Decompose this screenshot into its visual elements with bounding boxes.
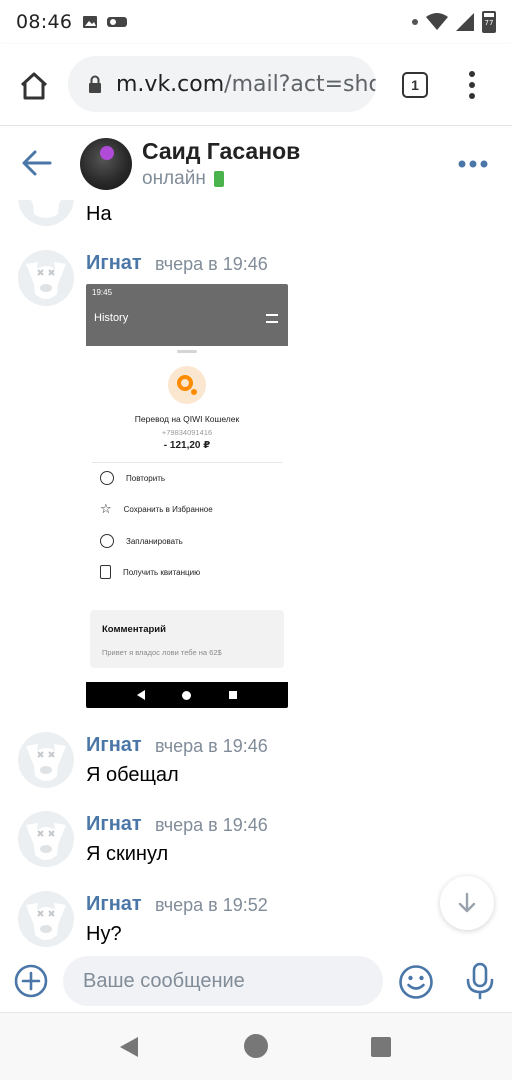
browser-toolbar: m.vk.com/mail?act=sho 1	[0, 44, 512, 126]
arrow-down-icon	[458, 892, 476, 913]
transfer-phone: +79834091416	[161, 428, 213, 437]
back-arrow-icon[interactable]	[20, 148, 54, 178]
message-item: Игнат вчера в 19:46 Я скинул	[0, 811, 512, 881]
sender-avatar[interactable]	[18, 891, 74, 947]
home-icon[interactable]	[14, 66, 54, 106]
star-icon: ☆	[100, 501, 112, 516]
message-time[interactable]: вчера в 19:46	[155, 254, 268, 275]
message-author[interactable]: Игнат	[86, 893, 142, 916]
sender-avatar[interactable]	[18, 732, 74, 788]
screenshot-sheet: Перевод на QIWI Кошелек +79834091416 - 1…	[86, 346, 288, 682]
clock-icon	[100, 534, 114, 548]
dot-icon	[412, 19, 418, 25]
scroll-down-button[interactable]	[440, 876, 494, 930]
status-time: 08:46	[16, 11, 73, 33]
action-receipt: Получить квитанцию	[100, 564, 200, 580]
action-label: Получить квитанцию	[123, 567, 201, 577]
screenshot-title: History	[94, 312, 129, 324]
sender-avatar[interactable]	[18, 200, 74, 226]
system-nav-bar	[0, 1012, 512, 1080]
qiwi-logo-icon	[168, 366, 206, 404]
key-notification-icon	[107, 17, 128, 27]
status-bar: 08:46 77	[0, 0, 512, 44]
message-list[interactable]: На Игнат вчера в 19:46 19:45 History Пер…	[0, 200, 512, 952]
contact-status: онлайн	[142, 168, 224, 190]
comment-box: Комментарий Привет я владос лови тебе на…	[90, 610, 284, 668]
transfer-amount: - 121,20 ₽	[163, 440, 211, 451]
message-item: Игнат вчера в 19:52 Ну?	[0, 891, 512, 952]
dog-avatar-icon	[26, 823, 66, 860]
repeat-icon	[100, 471, 114, 485]
contact-avatar[interactable]	[80, 138, 132, 190]
action-schedule: Запланировать	[100, 533, 183, 549]
message-item: На	[0, 200, 512, 230]
battery-icon: 77	[482, 11, 496, 33]
message-time[interactable]: вчера в 19:46	[155, 815, 268, 836]
emoji-icon[interactable]	[398, 964, 434, 1000]
nav-back-icon	[136, 690, 145, 700]
action-favorite: ☆ Сохранить в Избранное	[100, 501, 213, 517]
wifi-icon	[426, 13, 448, 30]
action-label: Сохранить в Избранное	[123, 504, 213, 514]
nav-recent-icon	[229, 691, 238, 699]
system-recents-icon[interactable]	[371, 1037, 391, 1057]
tab-count: 1	[411, 77, 419, 93]
attach-plus-icon[interactable]	[14, 964, 48, 998]
chat-header: Саид Гасанов онлайн	[0, 126, 512, 200]
url-path: /mail?act=sho	[224, 71, 376, 97]
message-item: Игнат вчера в 19:46 Я обещал	[0, 732, 512, 802]
action-label: Запланировать	[126, 536, 183, 546]
image-notification-icon	[83, 16, 98, 28]
tabs-button[interactable]: 1	[402, 72, 428, 98]
sender-avatar[interactable]	[18, 811, 74, 867]
dog-avatar-icon	[31, 200, 61, 218]
comment-text: Привет я владос лови тебе на 62$	[102, 648, 222, 657]
battery-level: 77	[484, 19, 494, 27]
sheet-handle	[177, 350, 197, 353]
message-author[interactable]: Игнат	[86, 734, 142, 757]
receipt-icon	[100, 565, 111, 579]
comment-title: Комментарий	[102, 624, 166, 635]
mobile-online-icon	[213, 171, 224, 187]
message-item: Игнат вчера в 19:46 19:45 History Перево…	[0, 250, 512, 770]
message-time[interactable]: вчера в 19:46	[155, 736, 268, 757]
message-input[interactable]	[63, 956, 383, 1006]
online-status-text: онлайн	[142, 168, 206, 189]
message-composer	[0, 952, 512, 1012]
nav-home-icon	[182, 690, 192, 700]
action-label: Повторить	[126, 473, 166, 483]
more-options-icon[interactable]	[458, 159, 488, 169]
system-home-icon[interactable]	[244, 1034, 268, 1058]
url-host: m.vk.com	[116, 71, 225, 97]
message-text: На	[86, 203, 112, 225]
dog-avatar-icon	[26, 744, 66, 781]
sender-avatar[interactable]	[18, 250, 74, 306]
signal-icon	[456, 13, 474, 31]
contact-name[interactable]: Саид Гасанов	[142, 138, 300, 165]
divider	[92, 462, 282, 463]
dog-avatar-icon	[26, 903, 66, 940]
url-text: m.vk.com/mail?act=sho	[116, 72, 376, 97]
avatar-face	[100, 146, 114, 160]
browser-menu-icon[interactable]	[466, 70, 478, 100]
dog-avatar-icon	[26, 262, 66, 299]
address-bar[interactable]: m.vk.com/mail?act=sho	[68, 56, 376, 112]
filter-icon	[266, 314, 278, 323]
screenshot-nav-bar	[86, 682, 288, 708]
action-repeat: Повторить	[100, 470, 165, 486]
message-text: Ну?	[86, 923, 122, 945]
microphone-icon[interactable]	[465, 962, 495, 1000]
transfer-title: Перевод на QIWI Кошелек	[134, 414, 240, 424]
message-text: Я скинул	[86, 843, 169, 865]
message-author[interactable]: Игнат	[86, 252, 142, 275]
screenshot-app-bar: 19:45 History	[86, 284, 288, 346]
message-time[interactable]: вчера в 19:52	[155, 895, 268, 916]
screenshot-status-time: 19:45	[92, 288, 113, 297]
system-back-icon[interactable]	[118, 1035, 140, 1059]
message-author[interactable]: Игнат	[86, 813, 142, 836]
message-text: Я обещал	[86, 764, 179, 786]
photo-attachment[interactable]: 19:45 History Перевод на QIWI Кошелек +7…	[86, 284, 288, 708]
lock-icon	[89, 75, 101, 93]
